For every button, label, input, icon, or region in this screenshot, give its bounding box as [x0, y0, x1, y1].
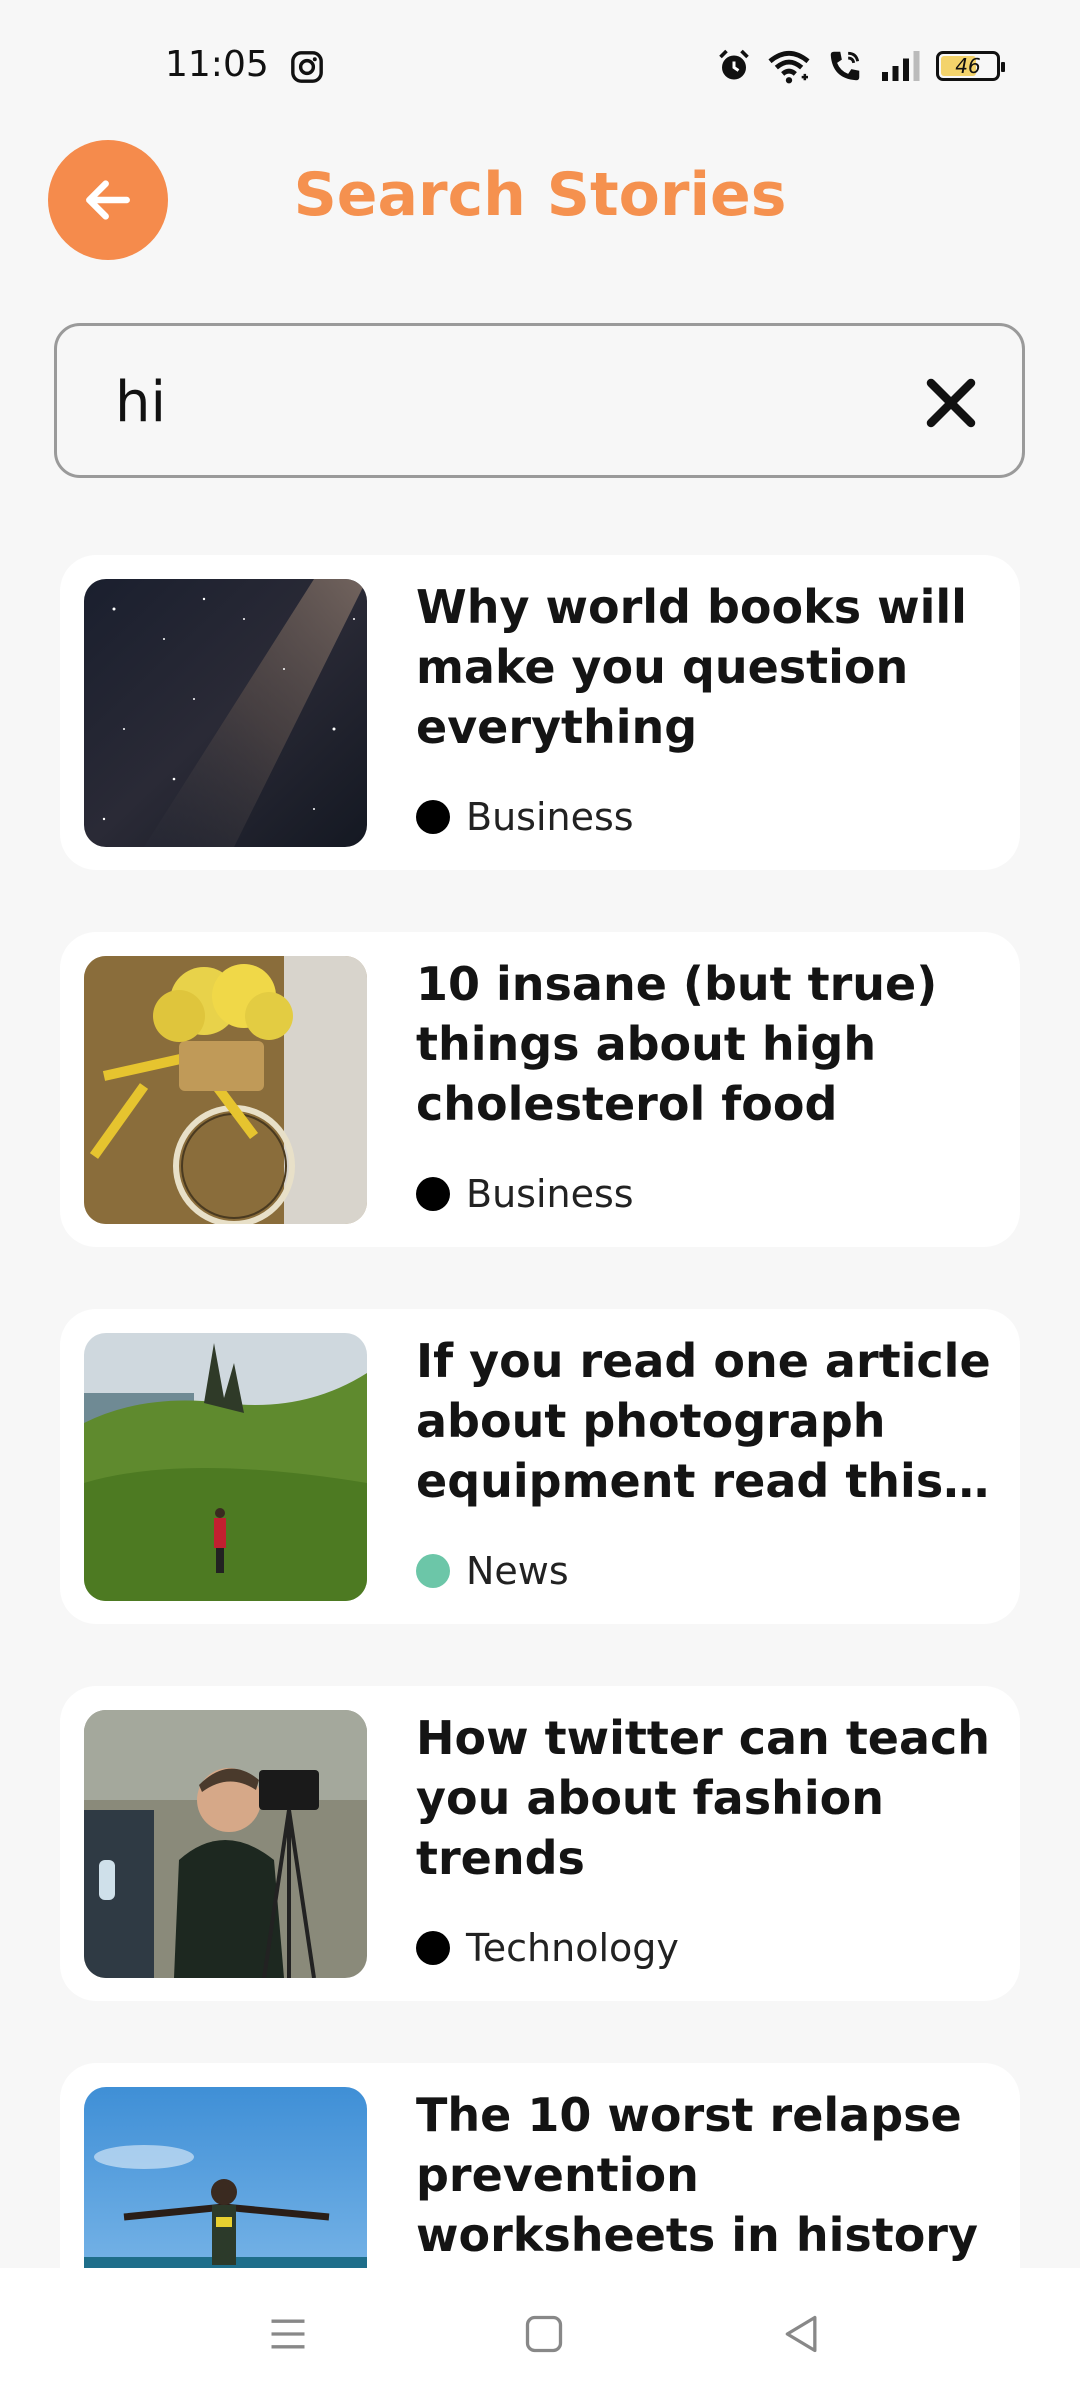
signal-icon [882, 51, 920, 81]
story-title[interactable]: If you read one article about photograph… [416, 1331, 996, 1511]
story-thumbnail [84, 2087, 367, 2268]
status-time: 11:05 [165, 44, 269, 85]
story-card[interactable]: 10 insane (but true) things about high c… [60, 932, 1020, 1247]
story-title[interactable]: The 10 worst relapse prevention workshee… [416, 2085, 996, 2265]
story-thumbnail [84, 1333, 367, 1601]
instagram-icon [291, 51, 323, 83]
category-dot-icon [416, 1554, 450, 1588]
battery-icon: 46 [936, 51, 1005, 81]
story-category: Business [416, 1172, 634, 1216]
story-card[interactable]: Why world books will make you question e… [60, 555, 1020, 870]
search-box[interactable] [54, 323, 1025, 478]
category-label: Business [466, 795, 634, 839]
story-title[interactable]: Why world books will make you question e… [416, 577, 996, 757]
category-dot-icon [416, 800, 450, 834]
story-card[interactable]: How twitter can teach you about fashion … [60, 1686, 1020, 2001]
story-category: News [416, 1549, 569, 1593]
story-title[interactable]: 10 insane (but true) things about high c… [416, 954, 996, 1134]
navigation-bar [0, 2268, 1080, 2400]
status-icons: 46 [716, 46, 1005, 86]
story-title[interactable]: How twitter can teach you about fashion … [416, 1708, 996, 1888]
category-label: Business [466, 1172, 634, 1216]
story-thumbnail [84, 579, 367, 847]
category-dot-icon [416, 1931, 450, 1965]
story-thumbnail [84, 956, 367, 1224]
category-label: Technology [466, 1926, 679, 1970]
alarm-icon [719, 49, 749, 80]
status-bar: 11:05 46 [0, 0, 1080, 136]
wifi-call-icon [830, 51, 860, 81]
story-category: Technology [416, 1926, 679, 1970]
category-label: News [466, 1549, 569, 1593]
menu-icon [271, 2319, 305, 2349]
story-card[interactable]: If you read one article about photograph… [60, 1309, 1020, 1624]
back-triangle-icon [785, 2315, 817, 2353]
search-input[interactable] [115, 364, 895, 440]
clear-search-button[interactable] [916, 368, 986, 438]
screen: Why world books will make you question e… [0, 0, 1080, 2400]
close-icon [926, 378, 976, 428]
home-square-icon [525, 2315, 563, 2353]
wifi-icon [768, 50, 810, 84]
story-thumbnail [84, 1710, 367, 1978]
nav-menu-button[interactable] [260, 2306, 316, 2362]
battery-level: 46 [955, 54, 981, 78]
nav-home-button[interactable] [516, 2306, 572, 2362]
nav-back-button[interactable] [774, 2306, 830, 2362]
page-title: Search Stories [293, 160, 787, 230]
story-card[interactable]: The 10 worst relapse prevention workshee… [60, 2063, 1020, 2268]
story-category: Business [416, 795, 634, 839]
category-dot-icon [416, 1177, 450, 1211]
